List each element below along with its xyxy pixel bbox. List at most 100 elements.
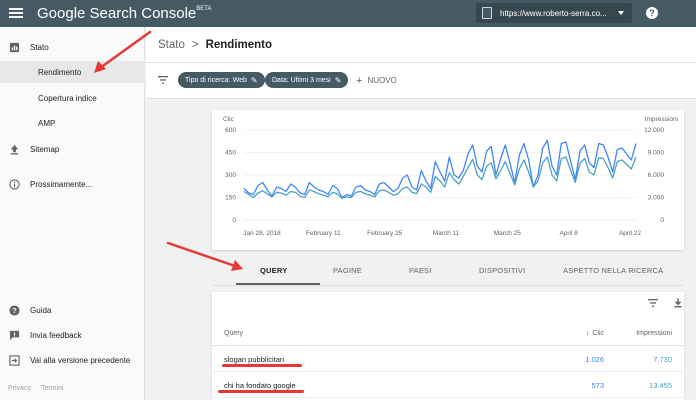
query-table: Query ↓ Clic Impressioni slogan pubblicit… bbox=[212, 292, 684, 400]
y-tick-label-right: 9.000 bbox=[648, 150, 665, 157]
tab-paesi[interactable]: PAESI bbox=[409, 266, 432, 275]
sidebar-item-copertura-indice[interactable]: Copertura indice bbox=[0, 87, 145, 109]
sidebar-item-prossimamente[interactable]: Prossimamente... bbox=[0, 173, 145, 195]
x-tick-label: March 25 bbox=[494, 230, 521, 237]
property-selector[interactable]: https://www.roberto-serra.co... bbox=[476, 3, 632, 23]
y-tick-label-right: 3.000 bbox=[648, 195, 665, 202]
chevron-down-icon bbox=[618, 11, 624, 15]
sidebar-item-label: AMP bbox=[38, 118, 56, 128]
y-tick-label-right: 12.000 bbox=[644, 127, 664, 134]
chart-plot-area: 600 12.000 450 9.000 300 6.000 150 3.000 0 0 Jan 2… bbox=[225, 127, 665, 237]
x-tick-label: March 11 bbox=[433, 230, 460, 237]
column-header-query[interactable]: Query bbox=[224, 330, 243, 337]
sidebar-item-label: Invia feedback bbox=[30, 330, 82, 340]
sidebar-item-label: Sitemap bbox=[30, 144, 60, 154]
privacy-link[interactable]: Privacy bbox=[8, 385, 31, 392]
edit-icon: ✎ bbox=[250, 75, 258, 85]
sidebar-item-versione-precedente[interactable]: Vai alla versione precedente bbox=[0, 349, 145, 371]
chip-label: Tipo di ricerca: Web bbox=[185, 76, 247, 84]
tab-aspetto-nella-ricerca[interactable]: ASPETTO NELLA RICERCA bbox=[563, 266, 663, 275]
row-clicks: 573 bbox=[591, 381, 604, 390]
help-icon: ? bbox=[9, 304, 20, 316]
y-tick-label-right: 6.000 bbox=[648, 172, 665, 179]
filter-icon[interactable] bbox=[158, 76, 168, 84]
content-header: Stato > Rendimento bbox=[146, 27, 696, 63]
sidebar-item-label: Copertura indice bbox=[38, 93, 97, 103]
svg-text:?: ? bbox=[12, 305, 17, 314]
filter-bar: Tipo di ricerca: Web ✎ Data: Ultimi 3 mes… bbox=[146, 63, 696, 99]
menu-icon[interactable] bbox=[9, 6, 23, 20]
feedback-icon bbox=[9, 330, 20, 340]
row-query: slogan pubblicitari bbox=[224, 355, 285, 364]
edit-icon: ✎ bbox=[334, 75, 342, 85]
sidebar-item-invia-feedback[interactable]: Invia feedback bbox=[0, 324, 145, 346]
column-header-impressions[interactable]: Impressioni bbox=[636, 330, 672, 337]
row-query: chi ha fondato google bbox=[224, 381, 296, 390]
table-row[interactable]: chi ha fondato google 573 13.455 bbox=[212, 372, 684, 398]
plus-icon: + bbox=[356, 75, 363, 87]
row-impressions: 13.455 bbox=[649, 381, 672, 390]
download-icon[interactable] bbox=[673, 298, 683, 308]
add-filter-label: NUOVO bbox=[367, 76, 397, 85]
breadcrumb-separator: > bbox=[191, 39, 199, 51]
annotation-underline bbox=[222, 364, 302, 367]
x-tick-label: April 22 bbox=[619, 230, 641, 237]
app-bar: Google Search ConsoleBETA https://www.ro… bbox=[0, 0, 696, 27]
sidebar-item-amp[interactable]: AMP bbox=[0, 112, 145, 134]
add-filter-button[interactable]: + NUOVO bbox=[356, 75, 397, 87]
app-title: Google Search ConsoleBETA bbox=[37, 5, 212, 22]
exit-icon bbox=[9, 354, 20, 366]
breadcrumb: Stato > Rendimento bbox=[158, 39, 272, 51]
sidebar-item-label: Prossimamente... bbox=[30, 179, 93, 189]
chip-label: Data: Ultimi 3 mesi bbox=[272, 76, 331, 84]
filter-chip-date[interactable]: Data: Ultimi 3 mesi ✎ bbox=[265, 72, 349, 88]
x-tick-label: February 11 bbox=[306, 230, 341, 237]
table-header: Query ↓ Clic Impressioni bbox=[212, 322, 684, 346]
beta-badge: BETA bbox=[196, 6, 212, 12]
info-icon bbox=[9, 178, 20, 190]
sidebar-item-label: Stato bbox=[30, 42, 49, 52]
filter-chip-search-type[interactable]: Tipo di ricerca: Web ✎ bbox=[178, 72, 265, 88]
impressions-series-line bbox=[243, 156, 637, 199]
x-tick-label: April 8 bbox=[559, 230, 578, 237]
filter-icon[interactable] bbox=[648, 298, 658, 308]
tab-dispositivi[interactable]: DISPOSITIVI bbox=[479, 266, 525, 275]
active-tab-indicator bbox=[236, 283, 320, 285]
terms-link[interactable]: Termini bbox=[41, 385, 64, 392]
x-tick-label: February 25 bbox=[367, 230, 402, 237]
y-tick-label-right: 0 bbox=[660, 217, 664, 224]
y-tick-label-left: 0 bbox=[232, 217, 236, 224]
sidebar: Stato Rendimento Copertura indice AMP Si… bbox=[0, 27, 145, 400]
y-tick-label-left: 300 bbox=[225, 172, 236, 179]
bar-chart-icon bbox=[9, 42, 20, 52]
row-impressions: 7.730 bbox=[653, 355, 672, 364]
help-icon[interactable]: ? bbox=[646, 7, 658, 19]
tab-pagine[interactable]: PAGINE bbox=[333, 266, 362, 275]
sidebar-item-guida[interactable]: ? Guida bbox=[0, 299, 145, 321]
performance-chart: Clic Impressioni 600 12.000 450 9.000 300 6.0… bbox=[212, 110, 684, 250]
tab-query[interactable]: QUERY bbox=[260, 266, 287, 275]
row-clicks: 1.026 bbox=[585, 355, 604, 364]
x-tick-label: Jan 28, 2018 bbox=[243, 230, 281, 237]
annotation-underline bbox=[218, 390, 304, 393]
property-icon bbox=[482, 7, 492, 19]
y-tick-label-left: 600 bbox=[225, 127, 236, 134]
sidebar-item-label: Guida bbox=[30, 305, 52, 315]
clicks-series-line bbox=[243, 139, 637, 199]
sidebar-item-stato[interactable]: Stato bbox=[0, 36, 145, 58]
sidebar-item-label: Rendimento bbox=[38, 67, 82, 77]
sidebar-item-sitemap[interactable]: Sitemap bbox=[0, 138, 145, 160]
property-url: https://www.roberto-serra.co... bbox=[500, 8, 607, 18]
sidebar-footer: Privacy Termini bbox=[8, 385, 64, 392]
column-header-clicks-label: Clic bbox=[592, 330, 604, 337]
column-header-clicks[interactable]: ↓ Clic bbox=[586, 330, 604, 337]
app-title-text: Google Search Console bbox=[37, 5, 197, 22]
breadcrumb-parent[interactable]: Stato bbox=[158, 39, 185, 51]
table-row[interactable]: slogan pubblicitari 1.026 7.730 bbox=[212, 346, 684, 372]
y-tick-label-left: 150 bbox=[225, 195, 236, 202]
arrow-down-icon: ↓ bbox=[585, 330, 590, 337]
page-title: Rendimento bbox=[205, 39, 273, 51]
sidebar-item-rendimento[interactable]: Rendimento bbox=[0, 61, 145, 83]
y-tick-label-left: 450 bbox=[225, 150, 236, 157]
sidebar-item-label: Vai alla versione precedente bbox=[30, 355, 131, 365]
